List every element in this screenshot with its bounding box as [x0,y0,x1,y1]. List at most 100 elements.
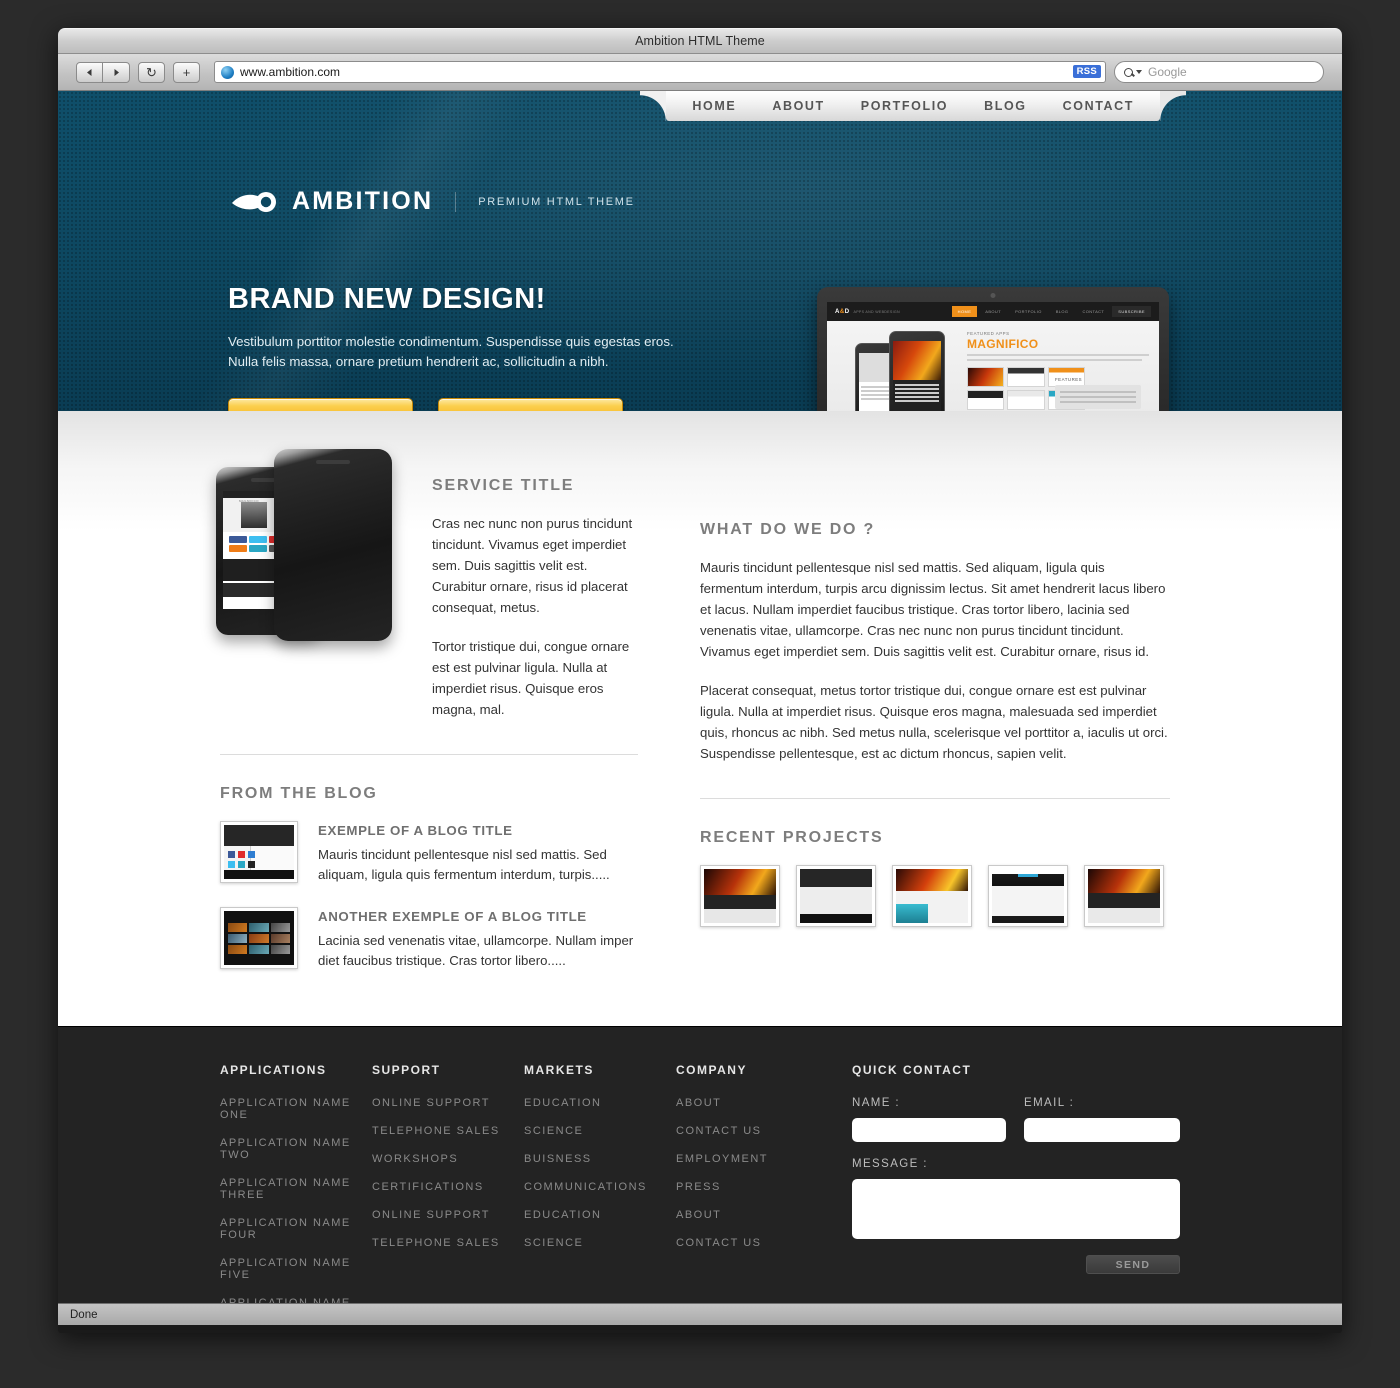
laptop-screen: A&D APPS AND WEBDESIGN HOME ABOUT PORTFO… [827,302,1159,411]
footer-link-markets-5[interactable]: EDUCATION [524,1209,676,1221]
footer-column-company: COMPANY ABOUT CONTACT US EMPLOYMENT PRES… [676,1063,828,1303]
laptop-mockup: A&D APPS AND WEBDESIGN HOME ABOUT PORTFO… [758,287,1228,411]
nav-item-home[interactable]: HOME [692,99,736,113]
footer-link-company-4[interactable]: PRESS [676,1181,828,1193]
footer-column-markets: MARKETS EDUCATION SCIENCE BUISNESS COMMU… [524,1063,676,1303]
preview-features-label: FEATURES [1055,377,1083,382]
signup-now-button[interactable]: SIGNUP NOW [228,398,413,411]
browser-window: Ambition HTML Theme ↻ + www.ambition.com… [58,28,1342,1333]
what-we-do-title: WHAT DO WE DO ? [700,521,876,538]
rss-badge[interactable]: RSS [1072,65,1101,78]
ambition-logo-icon [232,191,276,212]
quick-tour-button[interactable]: QUICK TOUR [438,398,623,411]
service-paragraph-2: Tortor tristique dui, congue ornare est … [432,639,630,717]
quick-contact-form: QUICK CONTACT NAME : EMAIL : MESSAGE: S… [828,1063,1180,1303]
email-label: EMAIL : [1024,1097,1075,1109]
footer-link-app-6[interactable]: APPLICATION NAME SIX [220,1297,372,1303]
logo-wordmark: AMBITION [292,187,434,215]
send-button[interactable]: SEND [1086,1255,1180,1274]
site-logo[interactable]: AMBITION [230,187,433,216]
message-textarea[interactable] [852,1179,1180,1239]
footer-link-support-2[interactable]: TELEPHONE SALES [372,1125,524,1137]
reload-icon: ↻ [146,64,157,80]
globe-icon [221,65,234,79]
forward-button[interactable] [103,61,130,83]
footer-link-markets-4[interactable]: COMMUNICATIONS [524,1181,676,1193]
footer-link-support-3[interactable]: WORKSHOPS [372,1153,524,1165]
nav-item-portfolio[interactable]: PORTFOLIO [861,99,948,113]
divider-right [700,798,1170,799]
blog-post-text-1: EXEMPLE OF A BLOG TITLE Mauris tincidunt… [318,821,638,885]
blog-thumbnail-1[interactable] [220,821,298,883]
footer-link-app-1[interactable]: APPLICATION NAME ONE [220,1097,372,1121]
footer-link-support-6[interactable]: TELEPHONE SALES [372,1237,524,1249]
footer-link-app-2[interactable]: APPLICATION NAME TWO [220,1137,372,1161]
add-tab-button[interactable]: + [173,61,200,83]
left-column: MAGNIFICO SERVICE TITLE Cras nec nunc no… [216,411,638,993]
footer-link-support-5[interactable]: ONLINE SUPPORT [372,1209,524,1221]
projects-thumbnail-row [700,865,1170,927]
quick-contact-heading: QUICK CONTACT [852,1063,972,1077]
blog-post-excerpt-1: Mauris tincidunt pellentesque nisl sed m… [318,847,610,882]
plus-icon: + [182,64,191,80]
preview-phone-front [889,331,945,411]
footer-link-company-3[interactable]: EMPLOYMENT [676,1153,828,1165]
chevron-down-icon [1136,70,1142,74]
footer-link-company-5[interactable]: ABOUT [676,1209,828,1221]
footer-link-markets-2[interactable]: SCIENCE [524,1125,676,1137]
footer-link-markets-3[interactable]: BUISNESS [524,1153,676,1165]
project-thumbnail-3[interactable] [892,865,972,927]
nav-item-contact[interactable]: CONTACT [1063,99,1134,113]
name-input[interactable] [852,1118,1006,1142]
nav-item-about[interactable]: ABOUT [772,99,824,113]
nav-button-group [76,61,130,83]
site-header: AMBITION PREMIUM HTML THEME [230,187,635,216]
preview-features-box: FEATURES [1055,377,1141,409]
blog-thumbnail-2[interactable] [220,907,298,969]
footer-link-company-2[interactable]: CONTACT US [676,1125,828,1137]
window-title: Ambition HTML Theme [635,34,765,48]
preview-logo-tagline: APPS AND WEBDESIGN [853,309,900,314]
right-column: WHAT DO WE DO ? Mauris tincidunt pellent… [700,411,1170,993]
project-thumbnail-1[interactable] [700,865,780,927]
project-thumbnail-2[interactable] [796,865,876,927]
reload-button[interactable]: ↻ [138,61,165,83]
preview-title: MAGNIFICO [967,337,1039,351]
footer-link-app-4[interactable]: APPLICATION NAME FOUR [220,1217,372,1241]
hero-heading: BRAND NEW DESIGN! [228,283,546,315]
search-placeholder: Google [1148,65,1187,79]
blog-list-item[interactable]: EXEMPLE OF A BLOG TITLE Mauris tincidunt… [220,821,638,885]
footer-link-company-1[interactable]: ABOUT [676,1097,828,1109]
footer-column-support: SUPPORT ONLINE SUPPORT TELEPHONE SALES W… [372,1063,524,1303]
logo-tagline: PREMIUM HTML THEME [478,195,635,208]
phone-mockups: MAGNIFICO [216,449,416,644]
status-text: Done [70,1308,98,1321]
footer-column-applications: APPLICATIONS APPLICATION NAME ONE APPLIC… [220,1063,372,1303]
footer-link-company-6[interactable]: CONTACT US [676,1237,828,1249]
projects-section-title: RECENT PROJECTS [700,829,884,846]
footer-link-app-3[interactable]: APPLICATION NAME THREE [220,1177,372,1201]
email-input[interactable] [1024,1118,1180,1142]
preview-hero: FEATURED APPS MAGNIFICO FEATURES [827,321,1159,411]
footer-link-support-4[interactable]: CERTIFICATIONS [372,1181,524,1193]
search-input[interactable]: Google [1114,61,1324,83]
name-label: NAME : [852,1097,901,1109]
page-viewport: HOME ABOUT PORTFOLIO BLOG CONTACT AMBITI… [58,91,1342,1303]
footer-link-markets-1[interactable]: EDUCATION [524,1097,676,1109]
preview-nav-about: ABOUT [985,309,1002,314]
footer-link-support-1[interactable]: ONLINE SUPPORT [372,1097,524,1109]
project-thumbnail-4[interactable] [988,865,1068,927]
preview-nav-contact: CONTACT [1082,309,1105,314]
blog-post-title-2[interactable]: ANOTHER EXEMPLE OF A BLOG TITLE [318,909,638,924]
address-bar[interactable]: www.ambition.com RSS [214,61,1106,83]
project-thumbnail-5[interactable] [1084,865,1164,927]
blog-post-text-2: ANOTHER EXEMPLE OF A BLOG TITLE Lacinia … [318,907,638,971]
back-button[interactable] [76,61,103,83]
footer-heading-markets: MARKETS [524,1063,594,1077]
footer-link-app-5[interactable]: APPLICATION NAME FIVE [220,1257,372,1281]
main-navigation: HOME ABOUT PORTFOLIO BLOG CONTACT [640,91,1186,121]
blog-list-item[interactable]: ANOTHER EXEMPLE OF A BLOG TITLE Lacinia … [220,907,638,971]
footer-link-markets-6[interactable]: SCIENCE [524,1237,676,1249]
nav-item-blog[interactable]: BLOG [984,99,1027,113]
blog-post-title-1[interactable]: EXEMPLE OF A BLOG TITLE [318,823,638,838]
